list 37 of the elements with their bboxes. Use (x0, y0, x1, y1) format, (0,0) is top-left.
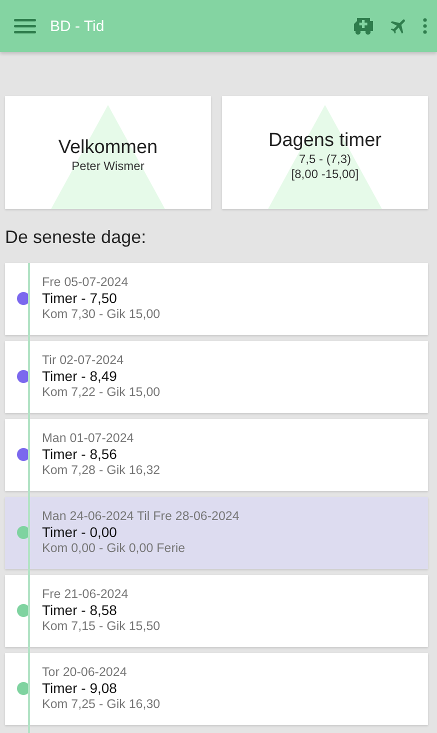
app-title: BD - Tid (50, 18, 106, 34)
day-card[interactable]: Fre 05-07-2024 Timer - 7,50 Kom 7,30 - Gik 15,00 (5, 263, 428, 335)
day-date: Tor 20-06-2024 (42, 665, 128, 680)
day-card[interactable]: Man 24-06-2024 Til Fre 28-06-2024 Timer - 0,00 Kom 0,00 - Gik 0,00 Ferie (5, 497, 428, 569)
ambulance-icon (352, 17, 375, 35)
card-title: Velkommen (58, 137, 158, 159)
day-date: Fre 05-07-2024 (42, 275, 130, 290)
card-text: 7,5 - (7,3) (298, 152, 352, 166)
day-hours: Timer - 8,49 (42, 368, 118, 385)
day-times: Kom 7,30 - Gik 15,00 (42, 307, 162, 322)
day-card[interactable]: Fre 21-06-2024 Timer - 8,58 Kom 7,15 - Gik 15,50 (5, 575, 428, 647)
day-card[interactable]: Tir 02-07-2024 Timer - 8,49 Kom 7,22 - Gik 15,00 (5, 341, 428, 413)
day-hours: Timer - 8,58 (42, 602, 118, 619)
ambulance-button[interactable] (352, 17, 375, 35)
day-times: Kom 7,25 - Gik 16,30 (42, 697, 162, 712)
more-icon (423, 18, 427, 34)
menu-icon (14, 18, 36, 34)
day-date: Man 01-07-2024 (42, 431, 135, 446)
day-date: Fre 21-06-2024 (42, 587, 130, 602)
day-times: Kom 7,15 - Gik 15,50 (42, 619, 162, 634)
day-hours: Timer - 9,08 (42, 680, 118, 697)
day-hours: Timer - 8,56 (42, 446, 118, 463)
day-card[interactable]: Tor 20-06-2024 Timer - 9,08 Kom 7,25 - Gik 16,30 (5, 653, 428, 725)
card-text: [8,00 -15,00] (291, 166, 359, 182)
menu-button[interactable] (14, 18, 36, 34)
day-hours: Timer - 7,50 (42, 290, 118, 307)
day-times: Kom 7,22 - Gik 15,00 (42, 385, 162, 400)
day-card[interactable]: Man 01-07-2024 Timer - 8,56 Kom 7,28 - Gik 16,32 (5, 419, 428, 491)
day-times: Kom 0,00 - Gik 0,00 Ferie (42, 541, 186, 556)
day-hours: Timer - 0,00 (42, 524, 118, 541)
section-heading: De seneste dage: (5, 227, 148, 248)
day-times: Kom 7,28 - Gik 16,32 (42, 463, 162, 478)
day-date: Tir 02-07-2024 (42, 353, 125, 368)
day-date: Man 24-06-2024 Til Fre 28-06-2024 (42, 509, 240, 524)
card-title: Dagens timer (268, 130, 382, 152)
card-text: Peter Wismer (72, 159, 144, 174)
more-button[interactable] (423, 18, 427, 34)
